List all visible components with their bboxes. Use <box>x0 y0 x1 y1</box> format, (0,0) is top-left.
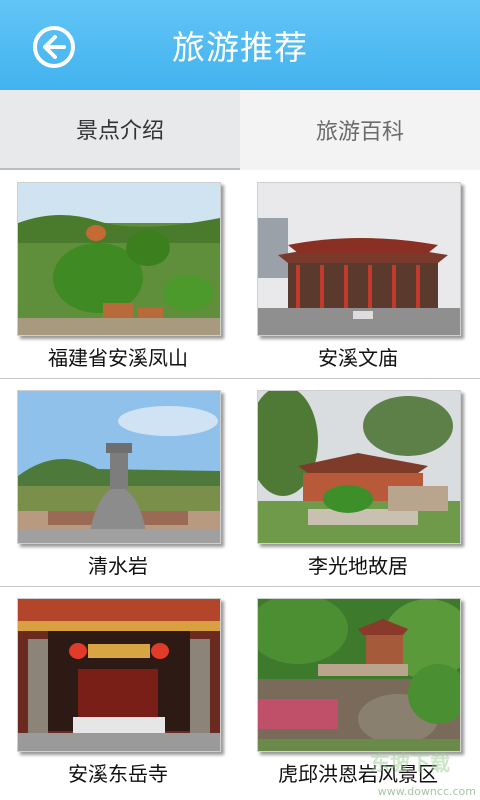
attraction-image <box>257 182 461 336</box>
attraction-name: 安溪东岳寺 <box>68 762 168 786</box>
attraction-card-fengshan[interactable]: 福建省安溪凤山 <box>17 182 221 372</box>
tab-bar: 景点介绍 旅游百科 <box>0 90 480 170</box>
attraction-card-liguangdi-residence[interactable]: 李光地故居 <box>257 390 461 580</box>
tab-attractions[interactable]: 景点介绍 <box>0 90 240 170</box>
attraction-image <box>17 182 221 336</box>
row-divider <box>0 378 480 379</box>
watermark-small: www.downcc.com <box>377 785 476 798</box>
attraction-image <box>17 598 221 752</box>
page-title: 旅游推荐 <box>172 28 308 67</box>
attraction-name: 清水岩 <box>88 554 148 578</box>
watermark-large: 东坡下载 <box>370 751 450 775</box>
attraction-name: 福建省安溪凤山 <box>48 346 188 370</box>
tab-travel-encyclopedia[interactable]: 旅游百科 <box>240 90 480 170</box>
back-button[interactable] <box>32 25 76 69</box>
attraction-name: 李光地故居 <box>308 554 408 578</box>
back-arrow-circle-icon <box>33 26 75 68</box>
attraction-card-dongyue-temple[interactable]: 安溪东岳寺 <box>17 598 221 788</box>
attraction-image <box>257 390 461 544</box>
attraction-name: 安溪文庙 <box>318 346 398 370</box>
attraction-grid: 福建省安溪凤山 安溪文庙 清水岩 李光地故居 安溪东岳寺 虎邱洪恩岩风景区 东坡… <box>0 170 480 800</box>
attraction-card-wenmiao[interactable]: 安溪文庙 <box>257 182 461 372</box>
attraction-image <box>17 390 221 544</box>
attraction-image <box>257 598 461 752</box>
app-header: 旅游推荐 <box>0 0 480 90</box>
attraction-card-qingshuiyan[interactable]: 清水岩 <box>17 390 221 580</box>
row-divider <box>0 586 480 587</box>
